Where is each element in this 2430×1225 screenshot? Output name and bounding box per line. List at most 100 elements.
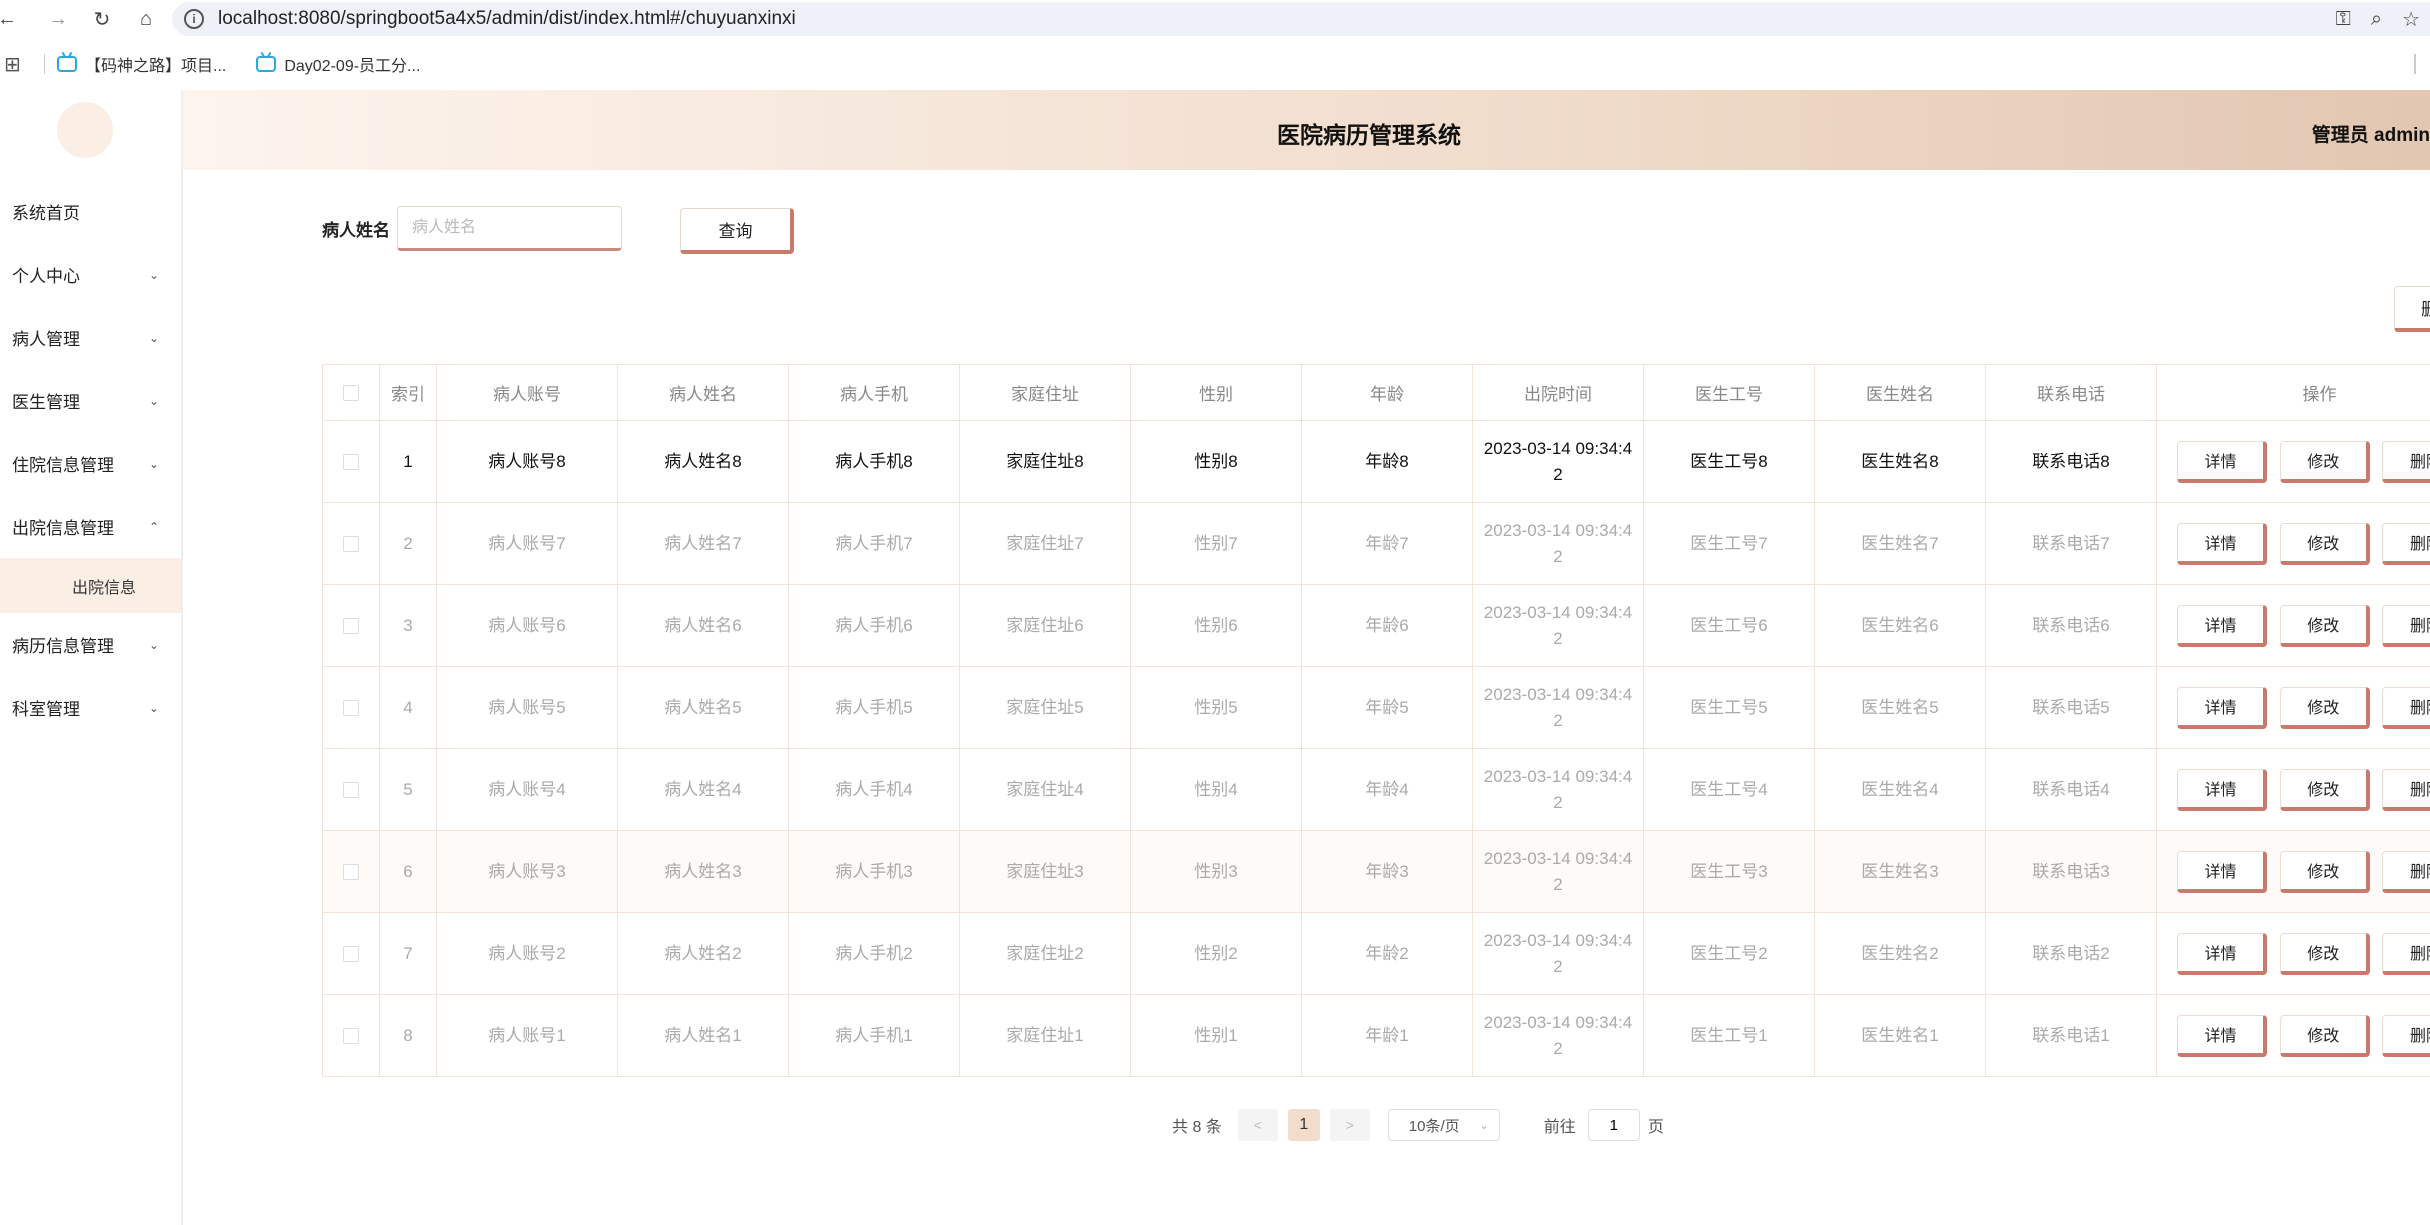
sidebar-item-medical-record-management[interactable]: 病历信息管理 ⌄ <box>0 613 181 676</box>
sidebar-menu: 系统首页 个人中心 ⌄ 病人管理 ⌄ 医生管理 ⌄ 住院信息管理 ⌄ 出院信息管… <box>0 180 181 739</box>
time-line: 2 <box>1553 546 1563 566</box>
sidebar-item-home[interactable]: 系统首页 <box>0 180 181 243</box>
cell-account: 病人账号5 <box>436 666 618 749</box>
row-actions: 详情 修改 删除 <box>2156 994 2430 1077</box>
chevron-down-icon: ⌄ <box>148 637 159 652</box>
cell-phone: 病人手机4 <box>788 748 960 831</box>
row-checkbox[interactable] <box>343 536 359 553</box>
page-size-select[interactable]: 10条/页 ⌄ <box>1387 1109 1500 1141</box>
row-checkbox[interactable] <box>343 864 359 881</box>
delete-button[interactable]: 删除 <box>2382 850 2430 893</box>
page-number[interactable]: 1 <box>1287 1109 1320 1141</box>
row-checkbox[interactable] <box>343 782 359 799</box>
row-checkbox[interactable] <box>343 454 359 471</box>
row-checkbox[interactable] <box>343 1028 359 1045</box>
sidebar-subitem-discharge-info[interactable]: 出院信息 <box>0 558 181 613</box>
cell-phone: 病人手机3 <box>788 830 960 913</box>
table-row[interactable]: 4 病人账号5 病人姓名5 病人手机5 家庭住址5 性别5 年龄5 2023-03-14 09… <box>322 666 2430 749</box>
edit-button[interactable]: 修改 <box>2279 604 2370 647</box>
bookmark-star-icon[interactable]: ☆ <box>2402 7 2420 32</box>
sidebar-item-admission-management[interactable]: 住院信息管理 ⌄ <box>0 432 181 495</box>
cell-age: 年龄3 <box>1301 830 1473 913</box>
table-row[interactable]: 2 病人账号7 病人姓名7 病人手机7 家庭住址7 性别7 年龄7 2023-03-14 09… <box>322 502 2430 585</box>
delete-button[interactable]: 删除 <box>2382 768 2430 811</box>
back-icon[interactable]: ← <box>0 0 17 38</box>
sidebar-item-department-management[interactable]: 科室管理 ⌄ <box>0 676 181 739</box>
cell-account: 病人账号7 <box>436 502 618 585</box>
select-all-checkbox[interactable] <box>343 385 359 402</box>
bookmark-separator <box>2414 54 2416 74</box>
sidebar-item-personal-center[interactable]: 个人中心 ⌄ <box>0 243 181 306</box>
delete-button[interactable]: 删除 <box>2382 440 2430 483</box>
detail-button[interactable]: 详情 <box>2177 932 2267 975</box>
search-button[interactable]: 查询 <box>680 208 794 254</box>
sidebar-item-discharge-management[interactable]: 出院信息管理 ⌃ <box>0 495 181 558</box>
address-bar[interactable]: i localhost:8080/springboot5a4x5/admin/d… <box>172 2 2430 36</box>
delete-button[interactable]: 删除 <box>2382 932 2430 975</box>
forward-icon[interactable]: → <box>36 0 80 38</box>
bookmark-item[interactable]: 【码神之路】项目... <box>57 52 226 76</box>
delete-button[interactable]: 删除 <box>2382 522 2430 565</box>
batch-delete-button[interactable]: 删除 <box>2394 286 2430 332</box>
avatar[interactable] <box>57 102 113 158</box>
detail-button[interactable]: 详情 <box>2177 604 2267 647</box>
time-line: 2 <box>1553 792 1563 812</box>
prev-page-button[interactable]: < <box>1237 1109 1278 1141</box>
cell-age: 年龄2 <box>1301 912 1473 995</box>
detail-button[interactable]: 详情 <box>2177 440 2267 483</box>
detail-button[interactable]: 详情 <box>2177 850 2267 893</box>
cell-discharge-time: 2023-03-14 09:34:4 2 <box>1472 994 1644 1077</box>
detail-button[interactable]: 详情 <box>2177 1014 2267 1057</box>
edit-button[interactable]: 修改 <box>2279 440 2370 483</box>
password-key-icon[interactable]: ⚿ <box>2336 8 2351 31</box>
next-page-button[interactable]: > <box>1329 1109 1370 1141</box>
edit-button[interactable]: 修改 <box>2279 768 2370 811</box>
chevron-down-icon: ⌄ <box>148 700 159 715</box>
home-icon[interactable]: ⌂ <box>124 0 168 38</box>
edit-button[interactable]: 修改 <box>2279 850 2370 893</box>
cell-age: 年龄8 <box>1301 420 1473 503</box>
cell-doc-name: 医生姓名6 <box>1814 584 1986 667</box>
site-info-icon[interactable]: i <box>184 9 204 29</box>
edit-button[interactable]: 修改 <box>2279 686 2370 729</box>
table-row[interactable]: 1 病人账号8 病人姓名8 病人手机8 家庭住址8 性别8 年龄8 2023-03-14 09… <box>322 420 2430 503</box>
delete-button[interactable]: 删除 <box>2382 1014 2430 1057</box>
table-row[interactable]: 5 病人账号4 病人姓名4 病人手机4 家庭住址4 性别4 年龄4 2023-03-14 09… <box>322 748 2430 831</box>
cell-gender: 性别2 <box>1130 912 1302 995</box>
cell-doc-name: 医生姓名1 <box>1814 994 1986 1077</box>
row-checkbox[interactable] <box>343 700 359 717</box>
patient-name-search-input[interactable] <box>397 206 622 251</box>
delete-button[interactable]: 删除 <box>2382 686 2430 729</box>
apps-grid-icon[interactable]: ⊞ <box>4 52 34 77</box>
cell-contact: 联系电话7 <box>1985 502 2157 585</box>
detail-button[interactable]: 详情 <box>2177 522 2267 565</box>
table-row[interactable]: 8 病人账号1 病人姓名1 病人手机1 家庭住址1 性别1 年龄1 2023-03-14 09… <box>322 994 2430 1077</box>
sidebar-item-patient-management[interactable]: 病人管理 ⌄ <box>0 306 181 369</box>
zoom-icon[interactable]: ⌕ <box>2371 8 2382 31</box>
table-row[interactable]: 3 病人账号6 病人姓名6 病人手机6 家庭住址6 性别6 年龄6 2023-03-14 09… <box>322 584 2430 667</box>
row-checkbox[interactable] <box>343 618 359 635</box>
detail-button[interactable]: 详情 <box>2177 686 2267 729</box>
reload-icon[interactable]: ↻ <box>80 0 124 38</box>
edit-button[interactable]: 修改 <box>2279 932 2370 975</box>
current-user[interactable]: 管理员 admin <box>2312 120 2430 147</box>
top-header: 医院病历管理系统 管理员 admin <box>183 90 2430 170</box>
delete-button[interactable]: 删除 <box>2382 604 2430 647</box>
bookmark-item[interactable]: Day02-09-员工分... <box>256 52 420 76</box>
column-header: 病人姓名 <box>617 364 789 421</box>
cell-gender: 性别3 <box>1130 830 1302 913</box>
table-row[interactable]: 6 病人账号3 病人姓名3 病人手机3 家庭住址3 性别3 年龄3 2023-03-14 09… <box>322 830 2430 913</box>
cell-discharge-time: 2023-03-14 09:34:4 2 <box>1472 502 1644 585</box>
row-checkbox[interactable] <box>343 946 359 963</box>
edit-button[interactable]: 修改 <box>2279 1014 2370 1057</box>
row-select-cell <box>322 994 380 1077</box>
table-row[interactable]: 7 病人账号2 病人姓名2 病人手机2 家庭住址2 性别2 年龄2 2023-03-14 09… <box>322 912 2430 995</box>
detail-button[interactable]: 详情 <box>2177 768 2267 811</box>
chevron-down-icon: ⌄ <box>148 330 159 345</box>
sidebar-item-label: 个人中心 <box>12 267 80 286</box>
select-all-cell <box>322 364 380 421</box>
goto-page-input[interactable] <box>1587 1109 1640 1141</box>
edit-button[interactable]: 修改 <box>2279 522 2370 565</box>
column-header: 出院时间 <box>1472 364 1644 421</box>
sidebar-item-doctor-management[interactable]: 医生管理 ⌄ <box>0 369 181 432</box>
